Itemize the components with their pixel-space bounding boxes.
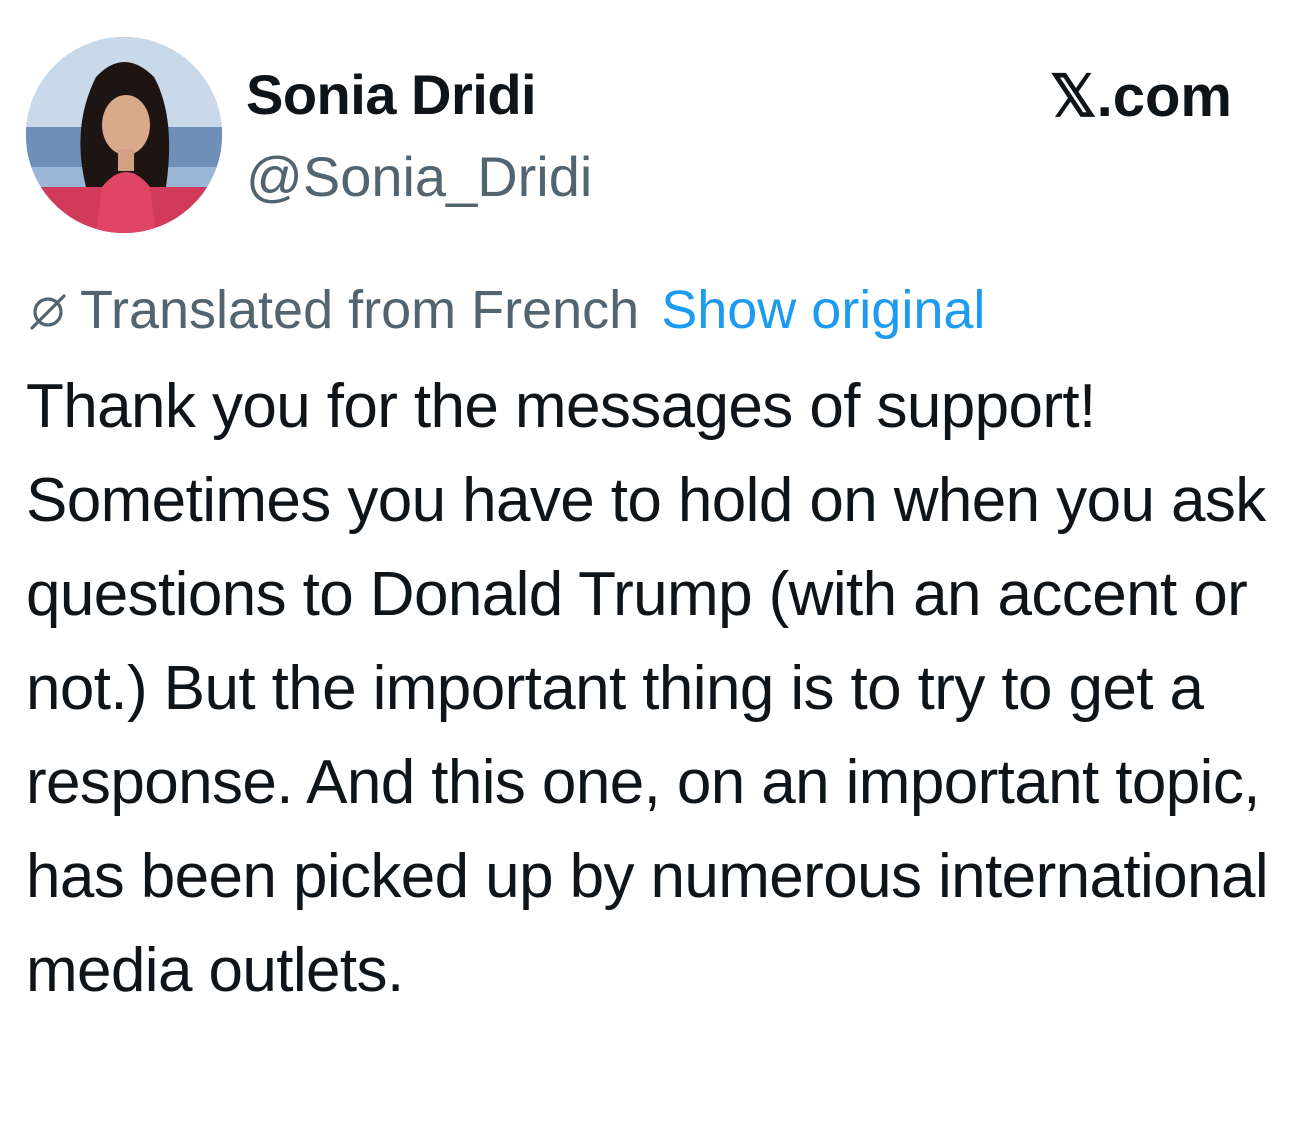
translate-icon bbox=[26, 288, 70, 332]
show-original-link[interactable]: Show original bbox=[661, 278, 985, 342]
avatar-image bbox=[26, 37, 222, 233]
tweet-card: Sonia Dridi @Sonia_Dridi 𝕏.com Translate… bbox=[0, 0, 1290, 1129]
author-display-name[interactable]: Sonia Dridi bbox=[246, 62, 537, 128]
tweet-text: Thank you for the messages of support! S… bbox=[26, 372, 1269, 1005]
translated-from-label: Translated from French bbox=[80, 280, 640, 340]
author-handle[interactable]: @Sonia_Dridi bbox=[246, 144, 592, 210]
x-brand-label: 𝕏.com bbox=[1049, 64, 1232, 129]
avatar[interactable] bbox=[26, 37, 222, 233]
translation-row: Translated from French Show original bbox=[26, 278, 985, 342]
